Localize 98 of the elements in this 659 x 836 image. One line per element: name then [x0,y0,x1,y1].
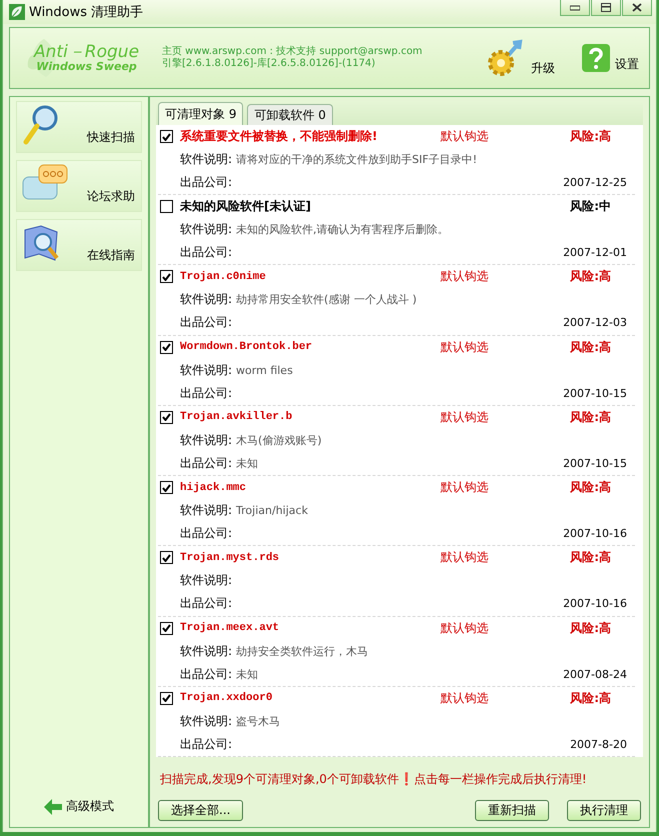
item-name: Trojan.myst.rds [180,552,280,564]
minimize-icon [570,4,580,10]
rescan-button[interactable]: 重新扫描 [475,800,549,821]
logo-subtitle: Windows Sweep [36,61,137,73]
description-label: 软件说明: [180,572,232,590]
default-checked-label: 默认钩选 [440,549,490,566]
description-text: worm files [236,364,293,377]
sidebar-item[interactable]: 在线指南 [16,219,142,271]
description-label: 软件说明: [180,362,232,379]
item-name: 未知的风险软件[未认证] [180,198,312,216]
description-label: 软件说明: [180,291,232,308]
company-label: 出品公司: [180,384,232,402]
date-text: 2007-12-01 [563,246,627,260]
item-name: Trojan.c0nime [180,270,267,283]
checkbox[interactable] [160,481,173,494]
date-text: 2007-10-16 [563,597,627,610]
risk-label: 风险:高 [570,268,611,286]
checkbox[interactable] [160,130,173,143]
description-text: 劫持安全类软件运行，木马 [236,644,368,659]
checkbox[interactable] [160,692,173,705]
risk-label: 风险:高 [570,128,611,145]
tab[interactable]: 可卸载软件 0 [247,104,333,125]
company-label: 出品公司: [180,525,232,542]
checkbox[interactable] [160,551,173,564]
minimize-button[interactable] [560,0,590,16]
description-label: 软件说明: [180,642,232,660]
description-text: 盗号木马 [236,714,280,729]
description-label: 软件说明: [180,712,232,730]
item-name: Trojan.xxdoor0 [180,692,274,704]
maximize-button[interactable] [591,0,621,16]
default-checked-label: 默认钩选 [440,128,490,145]
risk-label: 风险:高 [570,690,611,707]
maximize-icon [601,3,611,12]
back-arrow-icon [44,798,62,814]
date-text: 2007-12-03 [563,316,627,330]
item-name: 系统重要文件被替换，不能强制删除! [180,128,378,145]
item-name: Trojan.avkiller.b [180,411,294,424]
settings-button[interactable]: 设置 [581,43,639,73]
description-text: 请将对应的干净的系统文件放到助手SIF子目录中! [236,152,478,167]
close-button[interactable] [622,0,652,16]
tab[interactable]: 可清理对象 9 [158,102,244,125]
description-text: 劫持常用安全软件(感谢 一个人战斗 ) [236,292,417,308]
website-info: 主页 www.arswp.com : 技术支持 support@arswp.com [162,46,424,58]
description-text: 未知的风险软件,请确认为有害程序后删除。 [236,222,449,238]
company-label: 出品公司: [180,314,232,332]
date-text: 2007-10-15 [563,386,627,400]
checkbox[interactable] [160,410,173,424]
risk-label: 风险:高 [570,549,611,566]
select-all-button[interactable]: 选择全部... [158,800,244,821]
company-label: 出品公司: [180,736,232,753]
help-icon [581,43,611,73]
company-label: 出品公司: [180,595,232,612]
default-checked-label: 默认钩选 [440,268,490,286]
risk-label: 风险:高 [570,408,611,426]
status-message: 扫描完成,发现9个可清理对象,0个可卸载软件❗点击每一栏操作完成后执行清理! [159,771,588,788]
item-name: Wormdown.Brontok.ber [180,341,314,354]
sidebar-item[interactable]: 快速扫描 [16,101,142,153]
item-name: hijack.mmc [180,482,248,494]
risk-label: 风险:高 [570,479,611,496]
description-text: Trojian/hijack [236,504,308,518]
date-text: 2007-10-16 [563,527,627,540]
description-text: 木马(偷游戏账号) [236,432,322,448]
default-checked-label: 默认钩选 [440,690,490,707]
sidebar-item[interactable]: 论坛求助 [16,160,142,212]
version-info: 引擎[2.6.1.8.0126]-库[2.6.5.8.0126]-(1174) [162,58,376,70]
upgrade-button[interactable]: 升级 [487,39,555,77]
description-label: 软件说明: [180,502,232,520]
company-text: 未知 [236,666,258,682]
company-label: 出品公司: [180,244,232,262]
description-label: 软件说明: [180,221,232,238]
default-checked-label: 默认钩选 [440,620,490,637]
date-text: 2007-8-20 [570,738,627,751]
advanced-mode-link[interactable]: 高级模式 [44,798,114,815]
date-text: 2007-10-15 [563,456,627,470]
risk-label: 风险:中 [570,198,611,216]
checkbox[interactable] [160,200,173,214]
description-label: 软件说明: [180,151,232,168]
risk-label: 风险:高 [570,338,611,356]
item-name: Trojan.meex.avt [180,622,280,634]
company-text: 未知 [236,456,258,471]
company-label: 出品公司: [180,454,232,472]
company-label: 出品公司: [180,174,232,191]
logo-title: Anti－Rogue [34,43,140,61]
window-title: Windows 清理助手 [29,4,144,21]
checkbox[interactable] [160,622,173,635]
checkbox[interactable] [160,340,173,354]
date-text: 2007-08-24 [563,668,627,681]
close-icon [632,3,642,12]
risk-label: 风险:高 [570,620,611,637]
checkbox[interactable] [160,270,173,284]
description-label: 软件说明: [180,432,232,449]
company-label: 出品公司: [180,666,232,683]
default-checked-label: 默认钩选 [440,479,490,496]
date-text: 2007-12-25 [563,176,627,189]
default-checked-label: 默认钩选 [440,338,490,356]
default-checked-label: 默认钩选 [440,408,490,426]
clean-button[interactable]: 执行清理 [567,800,641,821]
leaf-icon [9,4,25,20]
